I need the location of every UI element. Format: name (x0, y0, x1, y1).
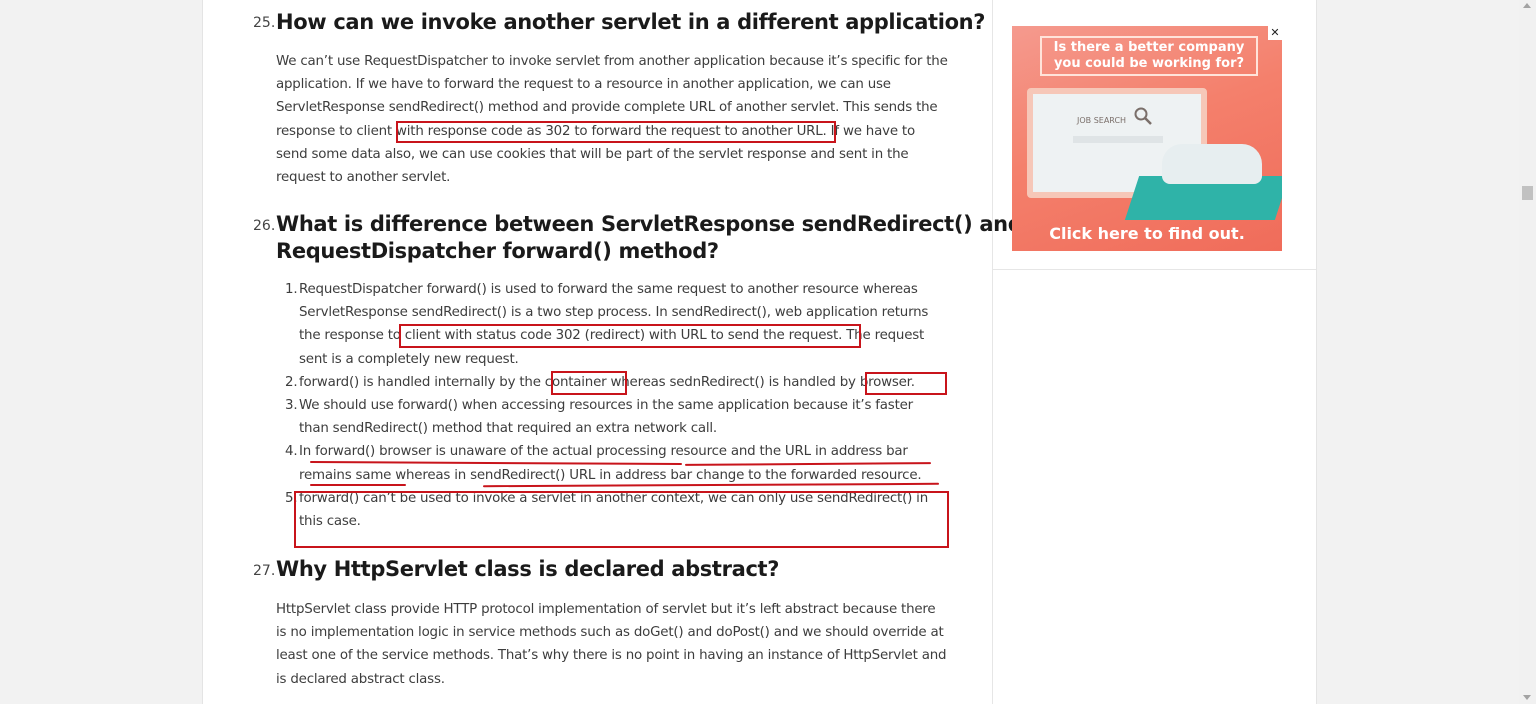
paragraph-line: application. If we have to forward the r… (276, 77, 891, 93)
scroll-up-icon[interactable] (1523, 3, 1531, 8)
sidebar-divider (992, 0, 993, 704)
paragraph-line: send some data also, we can use cookies … (276, 146, 909, 162)
paragraph-line: is no implementation logic in service me… (276, 625, 944, 641)
scroll-down-icon[interactable] (1523, 695, 1531, 700)
paragraph-line: We can’t use RequestDispatcher to invoke… (276, 54, 948, 69)
question-title: What is difference between ServletRespon… (276, 212, 1023, 263)
sidebar-separator (993, 269, 1316, 270)
question-number: 25. (253, 15, 276, 31)
paragraph-line: least one of the service methods. That’s… (276, 648, 947, 664)
highlight-box (551, 371, 627, 395)
paragraph-line: is declared abstract class. (276, 671, 445, 687)
close-icon[interactable]: ✕ (1268, 26, 1282, 40)
highlight-box (399, 324, 861, 348)
paragraph-line: ServletResponse sendRedirect() method an… (276, 100, 938, 116)
highlight-box (865, 372, 947, 395)
search-bar-illustration (1073, 136, 1163, 143)
question-title: How can we invoke another servlet in a d… (276, 10, 986, 34)
ad-headline: Is there a better company you could be w… (1040, 36, 1258, 76)
question-title: Why HttpServlet class is declared abstra… (276, 557, 780, 581)
question-number: 26. (253, 218, 276, 234)
page-content: 25. How can we invoke another servlet in… (202, 0, 1317, 704)
ad-screen-text: JOB SEARCH (1077, 116, 1127, 125)
answer-25-paragraph: We can’t use RequestDispatcher to invoke… (276, 50, 966, 189)
underline-mark (310, 484, 406, 486)
paragraph-line: HttpServlet class provide HTTP protocol … (276, 602, 936, 617)
hand-illustration (1162, 144, 1262, 184)
advertisement[interactable]: Is there a better company you could be w… (1012, 26, 1282, 251)
highlight-box (294, 491, 949, 548)
list-item: 3. We should use forward() when accessin… (285, 398, 913, 437)
magnifier-icon (1134, 107, 1152, 125)
paragraph-line: request to another servlet. (276, 170, 451, 186)
scrollbar[interactable] (1519, 0, 1536, 704)
ad-cta[interactable]: Click here to find out. (1012, 224, 1282, 243)
list-item: 2. forward() is handled internally by th… (285, 374, 915, 390)
scroll-thumb[interactable] (1522, 186, 1533, 200)
question-number: 27. (253, 563, 276, 579)
highlight-box (396, 121, 836, 143)
answer-27-paragraph: HttpServlet class provide HTTP protocol … (276, 598, 966, 691)
